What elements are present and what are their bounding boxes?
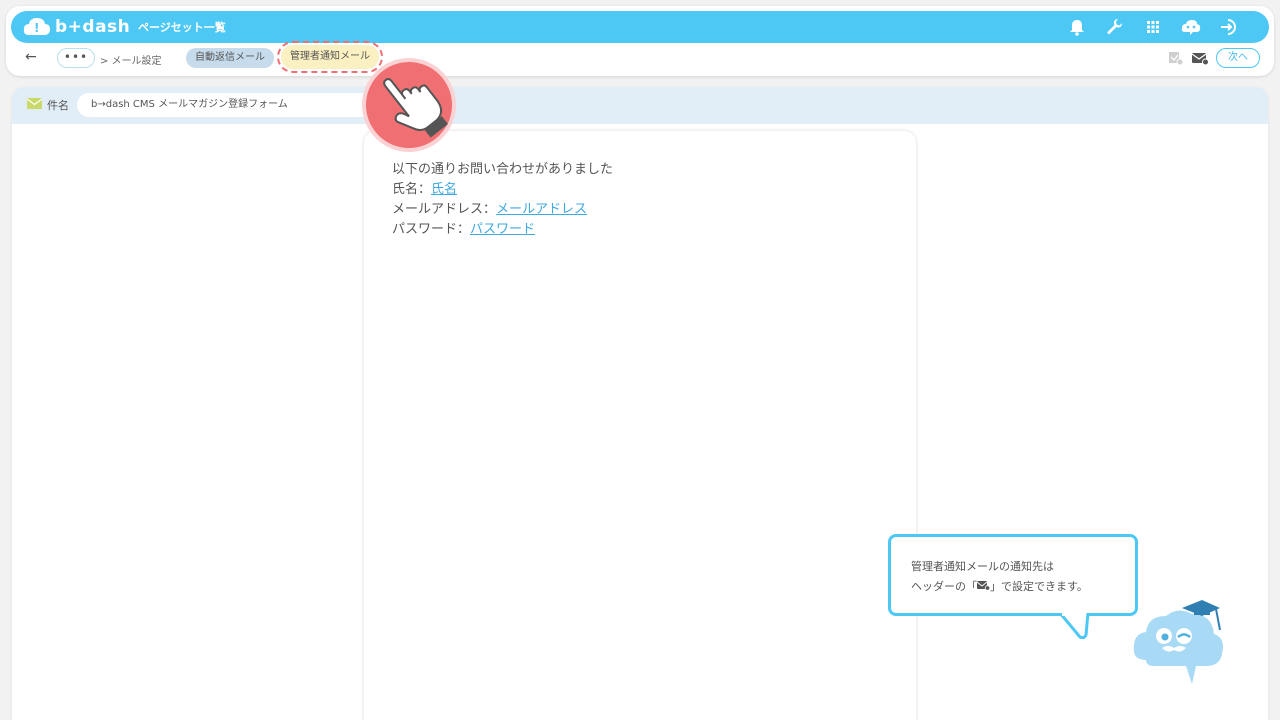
body-line-intro: 以下の通りお問い合わせがありました (392, 162, 614, 177)
back-arrow-icon[interactable]: ← (25, 49, 37, 65)
breadcrumb[interactable]: > メール設定 (100, 52, 162, 67)
bell-icon[interactable] (1067, 17, 1087, 37)
tip-line-2: ヘッダーの「 」で設定できます。 (911, 577, 1088, 597)
next-button[interactable]: 次へ (1216, 48, 1260, 68)
email-variable-link[interactable]: メールアドレス (496, 202, 587, 217)
tip-line-2-pre: ヘッダーの「 (911, 580, 977, 593)
mail-gear-icon[interactable] (1191, 50, 1209, 66)
pointing-hand-icon (362, 58, 456, 152)
mail-gear-icon (976, 581, 991, 591)
logo-cloud-icon: ! (23, 18, 50, 35)
tab-admin-notification-mail[interactable]: 管理者通知メール (277, 41, 383, 73)
body-line-email: メールアドレス：メールアドレス (392, 200, 613, 220)
logo[interactable]: ! b+dash (23, 15, 130, 39)
subject-bar: 件名 b→dash CMS メールマガジン登録フォーム (12, 87, 1268, 124)
mail-body-text[interactable]: 以下の通りお問い合わせがありました 氏名：氏名 メールアドレス：メールアドレス … (392, 160, 613, 240)
envelope-icon (27, 98, 42, 109)
more-button[interactable]: ••• (57, 48, 95, 68)
wrench-icon[interactable] (1104, 17, 1124, 37)
subject-label: 件名 (47, 99, 69, 112)
tip-balloon: 管理者通知メールの通知先は ヘッダーの「 」で設定できます。 (888, 534, 1138, 616)
logo-text: b+dash (55, 17, 131, 37)
tip-line-1: 管理者通知メールの通知先は (911, 560, 1054, 573)
name-label: 氏名： (392, 182, 432, 197)
body-line-password: パスワード：パスワード (392, 220, 613, 240)
support-cloud-icon[interactable] (1181, 17, 1201, 37)
mascot-cloud-icon (1133, 600, 1223, 684)
body-line-name: 氏名：氏名 (392, 180, 613, 200)
mail-body-card[interactable]: 以下の通りお問い合わせがありました 氏名：氏名 メールアドレス：メールアドレス … (364, 131, 916, 720)
top-header: ! b+dash ページセット一覧 (11, 11, 1269, 43)
name-variable-link[interactable]: 氏名 (431, 182, 457, 197)
email-label: メールアドレス： (392, 202, 497, 217)
svg-text:!: ! (34, 21, 39, 35)
grid-icon[interactable] (1143, 17, 1163, 37)
tip-line-2-post: 」で設定できます。 (990, 580, 1088, 593)
tip-balloon-tail (1058, 613, 1090, 639)
tab-auto-reply-mail[interactable]: 自動返信メール (186, 48, 274, 68)
mail-settings-icon[interactable] (1166, 50, 1184, 66)
password-label: パスワード： (392, 222, 471, 237)
page-title[interactable]: ページセット一覧 (138, 19, 226, 35)
sub-toolbar: ← ••• > メール設定 自動返信メール 管理者通知メール 次へ (11, 41, 1269, 73)
password-variable-link[interactable]: パスワード (470, 222, 535, 237)
logout-icon[interactable] (1219, 17, 1239, 37)
tip-text: 管理者通知メールの通知先は ヘッダーの「 」で設定できます。 (911, 557, 1088, 597)
